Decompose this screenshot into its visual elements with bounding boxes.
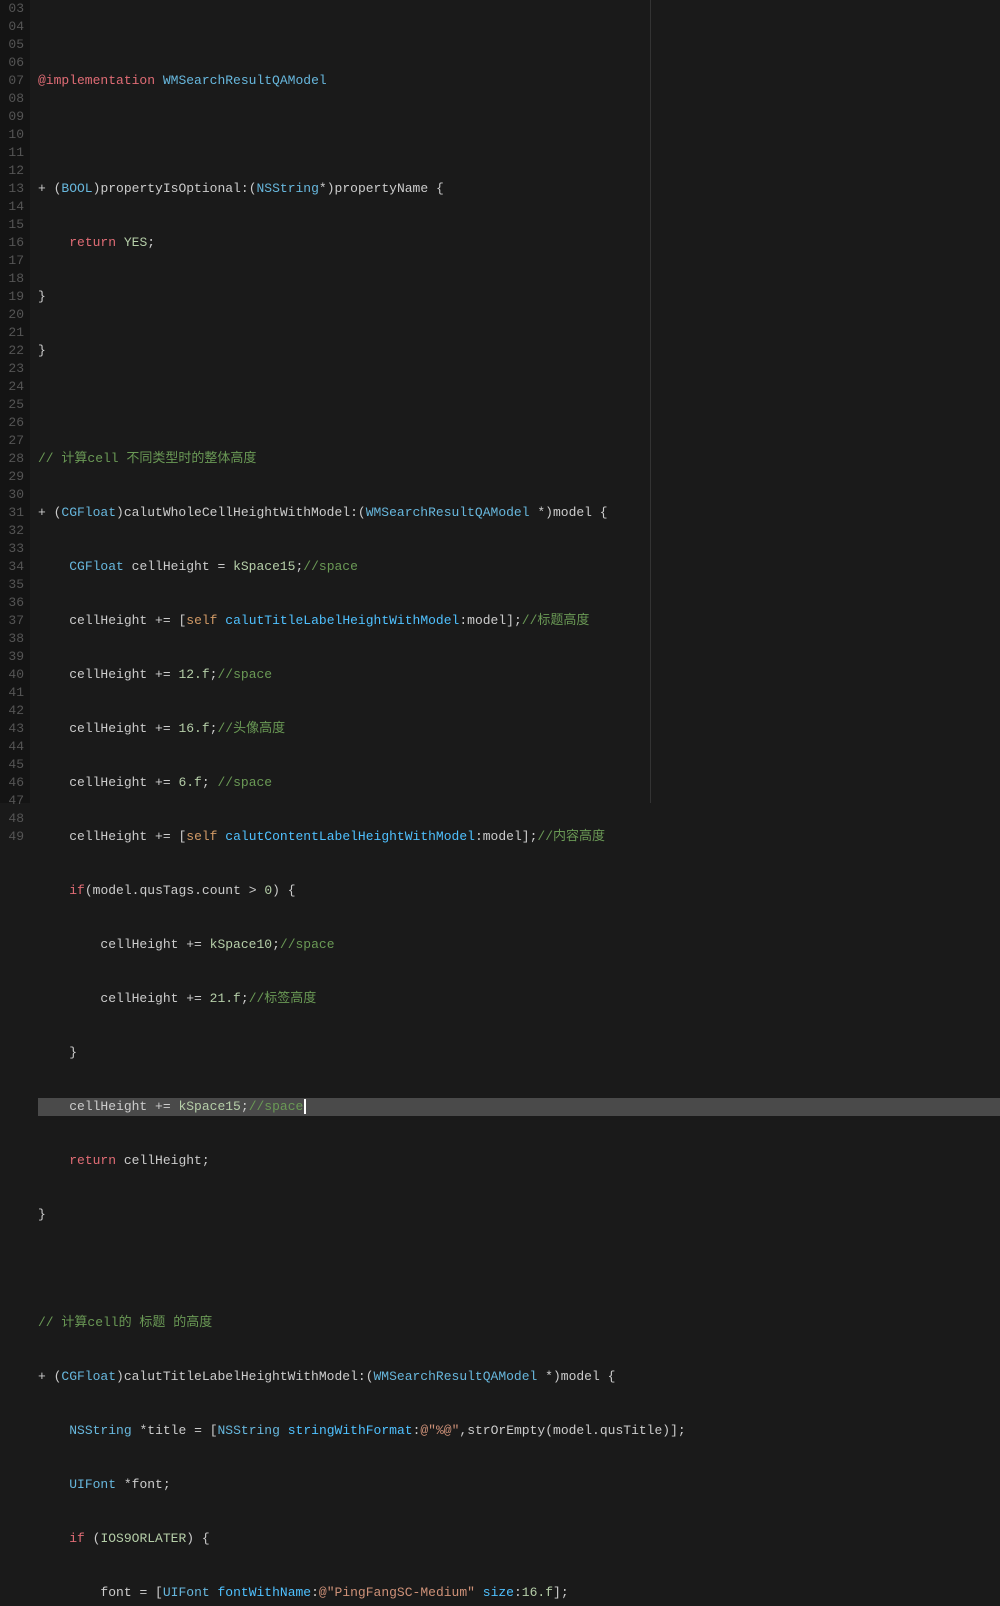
line-number: 49	[0, 828, 24, 846]
line-number: 45	[0, 756, 24, 774]
line-number: 39	[0, 648, 24, 666]
code-line[interactable]: cellHeight += 21.f;//标签高度	[38, 990, 1000, 1008]
line-number: 05	[0, 36, 24, 54]
code-line[interactable]	[38, 1260, 1000, 1278]
code-line[interactable]: return cellHeight;	[38, 1152, 1000, 1170]
code-line[interactable]: }	[38, 342, 1000, 360]
line-number: 41	[0, 684, 24, 702]
code-line-active[interactable]: cellHeight += kSpace15;//space	[38, 1098, 1000, 1116]
code-line[interactable]: NSString *title = [NSString stringWithFo…	[38, 1422, 1000, 1440]
code-line[interactable]: // 计算cell的 标题 的高度	[38, 1314, 1000, 1332]
line-number: 20	[0, 306, 24, 324]
line-number: 40	[0, 666, 24, 684]
line-number: 46	[0, 774, 24, 792]
code-area[interactable]: @implementation WMSearchResultQAModel + …	[30, 0, 1000, 803]
line-number: 30	[0, 486, 24, 504]
line-number: 24	[0, 378, 24, 396]
line-number: 10	[0, 126, 24, 144]
line-number: 19	[0, 288, 24, 306]
line-number: 17	[0, 252, 24, 270]
line-number: 42	[0, 702, 24, 720]
code-line[interactable]: + (CGFloat)calutWholeCellHeightWithModel…	[38, 504, 1000, 522]
code-line[interactable]: return YES;	[38, 234, 1000, 252]
line-number: 07	[0, 72, 24, 90]
code-line[interactable]	[38, 396, 1000, 414]
code-editor[interactable]: 0304050607080910111213141516171819202122…	[0, 0, 1000, 803]
code-line[interactable]	[38, 126, 1000, 144]
line-number: 36	[0, 594, 24, 612]
line-number: 13	[0, 180, 24, 198]
code-line[interactable]: font = [UIFont fontWithName:@"PingFangSC…	[38, 1584, 1000, 1602]
code-line[interactable]: cellHeight += [self calutContentLabelHei…	[38, 828, 1000, 846]
line-number: 03	[0, 0, 24, 18]
line-number: 22	[0, 342, 24, 360]
line-number: 06	[0, 54, 24, 72]
code-line[interactable]: }	[38, 1044, 1000, 1062]
line-number: 08	[0, 90, 24, 108]
line-number: 47	[0, 792, 24, 810]
line-number: 31	[0, 504, 24, 522]
line-number: 34	[0, 558, 24, 576]
text-cursor	[304, 1099, 306, 1114]
line-number: 26	[0, 414, 24, 432]
line-number: 11	[0, 144, 24, 162]
line-number: 23	[0, 360, 24, 378]
line-number: 44	[0, 738, 24, 756]
code-line[interactable]: cellHeight += kSpace10;//space	[38, 936, 1000, 954]
line-number: 27	[0, 432, 24, 450]
line-number: 25	[0, 396, 24, 414]
line-number: 32	[0, 522, 24, 540]
line-number: 28	[0, 450, 24, 468]
line-number: 29	[0, 468, 24, 486]
line-number: 33	[0, 540, 24, 558]
line-number: 15	[0, 216, 24, 234]
code-line[interactable]: + (BOOL)propertyIsOptional:(NSString*)pr…	[38, 180, 1000, 198]
line-number: 18	[0, 270, 24, 288]
line-number-gutter: 0304050607080910111213141516171819202122…	[0, 0, 30, 803]
line-number: 12	[0, 162, 24, 180]
line-number: 35	[0, 576, 24, 594]
line-number: 09	[0, 108, 24, 126]
code-line[interactable]: cellHeight += [self calutTitleLabelHeigh…	[38, 612, 1000, 630]
code-line[interactable]: cellHeight += 12.f;//space	[38, 666, 1000, 684]
line-number: 38	[0, 630, 24, 648]
line-number: 48	[0, 810, 24, 828]
code-line[interactable]: UIFont *font;	[38, 1476, 1000, 1494]
line-number: 16	[0, 234, 24, 252]
code-line[interactable]: }	[38, 288, 1000, 306]
code-line[interactable]: if (IOS9ORLATER) {	[38, 1530, 1000, 1548]
line-number: 43	[0, 720, 24, 738]
line-number: 04	[0, 18, 24, 36]
code-line[interactable]: if(model.qusTags.count > 0) {	[38, 882, 1000, 900]
line-number: 14	[0, 198, 24, 216]
code-line[interactable]: CGFloat cellHeight = kSpace15;//space	[38, 558, 1000, 576]
code-line[interactable]: cellHeight += 16.f;//头像高度	[38, 720, 1000, 738]
line-number: 37	[0, 612, 24, 630]
code-line[interactable]: // 计算cell 不同类型时的整体高度	[38, 450, 1000, 468]
code-line[interactable]: cellHeight += 6.f; //space	[38, 774, 1000, 792]
code-line[interactable]: + (CGFloat)calutTitleLabelHeightWithMode…	[38, 1368, 1000, 1386]
code-line[interactable]: @implementation WMSearchResultQAModel	[38, 72, 1000, 90]
code-line[interactable]: }	[38, 1206, 1000, 1224]
line-number: 21	[0, 324, 24, 342]
